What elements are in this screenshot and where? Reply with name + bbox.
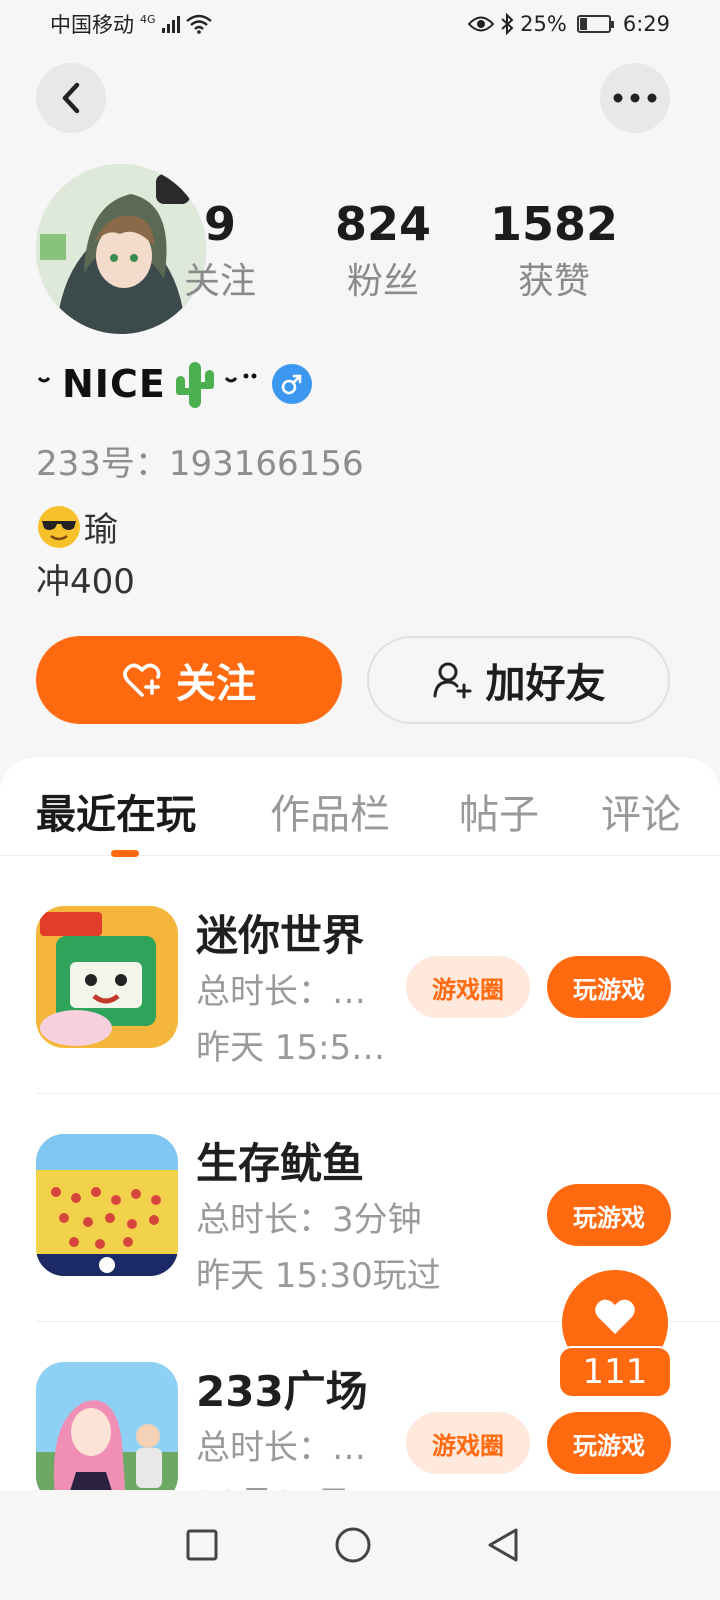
likes-label: 获赞 [517, 261, 590, 302]
wifi-icon [185, 14, 212, 34]
game-last-played: 昨天 15:30玩过 [196, 1256, 441, 1296]
battery-percent: 25% [520, 12, 567, 36]
game-duration: 总时长：… [196, 972, 366, 1012]
game-title: 迷你世界 [196, 911, 365, 960]
circle-icon [335, 1527, 371, 1563]
likes-count: 1582 [489, 197, 619, 251]
game-title: 233广场 [196, 1367, 368, 1416]
game-title: 生存鱿鱼 [196, 1139, 365, 1188]
follow-button[interactable]: 关注 [36, 636, 342, 724]
tab-bar: 最近在玩 作品栏 帖子 评论 [0, 758, 720, 857]
system-nav-bar [0, 1490, 720, 1600]
bio-line-1: 瑜 [36, 502, 118, 551]
tab-posts[interactable]: 帖子 [459, 782, 539, 840]
heart-icon [595, 1299, 635, 1334]
sunglasses-emoji-icon [38, 505, 80, 548]
tab-comments[interactable]: 评论 [601, 782, 681, 840]
game-circle-button[interactable]: 游戏圈 [406, 956, 530, 1018]
recent-apps-button[interactable] [177, 1520, 227, 1570]
signal-icon [161, 15, 180, 33]
face-deco-icon [37, 376, 51, 383]
user-id: 233号：193166156 [36, 444, 364, 484]
following-count: 9 [203, 197, 236, 251]
nickname-row: NICE [36, 358, 312, 410]
male-icon [281, 374, 302, 395]
like-count[interactable]: 111 [558, 1346, 672, 1398]
bluetooth-icon [501, 13, 514, 35]
carrier-label: 中国移动 [50, 13, 134, 37]
battery-icon [576, 15, 614, 33]
game-icon [36, 1362, 178, 1504]
game-icon [36, 1134, 178, 1276]
bio-text-1: 瑜 [84, 510, 118, 550]
square-icon [186, 1529, 218, 1561]
play-game-button[interactable]: 玩游戏 [547, 1412, 671, 1474]
more-dots-icon [613, 93, 657, 103]
tab-works[interactable]: 作品栏 [270, 782, 390, 840]
following-label: 关注 [183, 261, 256, 302]
clock: 6:29 [622, 12, 670, 36]
nav-back-button[interactable] [478, 1520, 528, 1570]
network-type: 4G [140, 13, 156, 26]
tab-recent-play[interactable]: 最近在玩 [36, 782, 196, 840]
stat-likes[interactable]: 1582 获赞 [474, 196, 634, 312]
play-game-button[interactable]: 玩游戏 [547, 956, 671, 1018]
chevron-left-icon [62, 82, 80, 114]
status-left: 中国移动 4G [50, 9, 212, 39]
stat-following[interactable]: 9 关注 [140, 196, 300, 312]
status-right: 25% 6:29 [468, 12, 670, 36]
game-duration: 总时长：3分钟 [196, 1200, 422, 1240]
user-add-icon [433, 662, 471, 699]
bio-line-2: 冲400 [36, 562, 135, 602]
face-deco-icon [224, 373, 257, 383]
eye-icon [468, 16, 495, 32]
game-last-played: 昨天 15:5… [196, 1028, 386, 1068]
content-card: 最近在玩 作品栏 帖子 评论 迷你世界 总时长：… 昨天 15:5… 游戏圈 玩… [0, 758, 720, 1600]
game-icon [36, 906, 178, 1048]
list-item[interactable]: 迷你世界 总时长：… 昨天 15:5… 游戏圈 玩游戏 [0, 866, 720, 1094]
home-button[interactable] [328, 1520, 378, 1570]
cactus-icon [175, 362, 214, 408]
heart-plus-icon [123, 663, 161, 697]
add-friend-label: 加好友 [485, 661, 606, 707]
follow-label: 关注 [176, 661, 256, 707]
triangle-back-icon [488, 1528, 518, 1562]
game-circle-button[interactable]: 游戏圈 [406, 1412, 530, 1474]
nickname: NICE [62, 362, 166, 406]
stat-fans[interactable]: 824 粉丝 [303, 196, 463, 312]
add-friend-button[interactable]: 加好友 [367, 636, 670, 724]
fans-label: 粉丝 [346, 261, 419, 302]
play-game-button[interactable]: 玩游戏 [547, 1184, 671, 1246]
game-duration: 总时长：… [196, 1428, 366, 1468]
tab-indicator [111, 850, 139, 857]
gender-badge [271, 364, 312, 404]
more-button[interactable] [600, 63, 670, 133]
back-button[interactable] [36, 63, 106, 133]
status-bar: 中国移动 4G 25% 6:29 [0, 0, 720, 48]
fans-count: 824 [334, 197, 432, 251]
